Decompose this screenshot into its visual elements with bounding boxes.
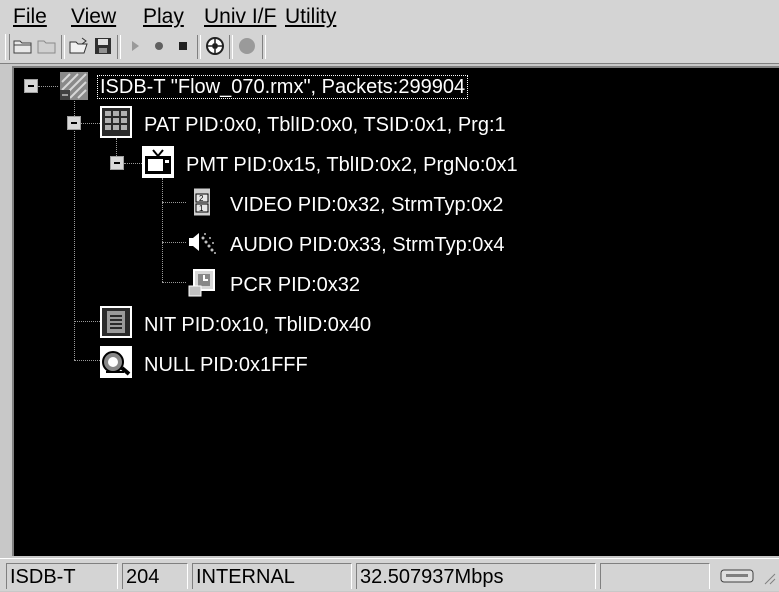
tree-node-root[interactable]: ISDB-T "Flow_070.rmx", Packets:299904 bbox=[96, 75, 469, 99]
stream-file-icon bbox=[58, 70, 90, 102]
settings-dial-icon[interactable] bbox=[204, 35, 226, 57]
toolbar-separator bbox=[197, 35, 201, 59]
menu-univ-if-label: Univ I/F bbox=[204, 5, 277, 28]
tree-connector bbox=[162, 242, 186, 243]
toolbar-separator bbox=[61, 35, 65, 59]
tree-connector bbox=[162, 178, 163, 282]
toolbar-separator bbox=[229, 35, 233, 59]
toolbar-grip bbox=[5, 34, 10, 60]
menu-play[interactable]: Play bbox=[143, 5, 184, 29]
collapse-toggle-root[interactable] bbox=[24, 79, 38, 93]
tree-connector bbox=[80, 123, 100, 124]
save-icon[interactable] bbox=[92, 35, 114, 57]
menu-bar: File View Play Univ I/F Utility bbox=[0, 0, 779, 31]
drive-icon bbox=[718, 565, 758, 587]
menu-view-label: View bbox=[71, 5, 117, 28]
svg-text:1: 1 bbox=[199, 204, 204, 213]
tree-node-pmt[interactable]: PMT PID:0x15, TblID:0x2, PrgNo:0x1 bbox=[186, 154, 518, 176]
status-bit-rate: 32.507937Mbps bbox=[356, 563, 596, 589]
video-film-icon: 21 bbox=[186, 186, 218, 218]
svg-text:2: 2 bbox=[199, 194, 204, 203]
document-icon bbox=[100, 306, 132, 338]
play-icon[interactable] bbox=[124, 35, 146, 57]
tree-node-pat[interactable]: PAT PID:0x0, TblID:0x0, TSID:0x1, Prg:1 bbox=[144, 114, 506, 136]
tree-node-null[interactable]: NULL PID:0x1FFF bbox=[144, 354, 308, 376]
open-folder-icon[interactable] bbox=[12, 35, 34, 57]
toolbar-separator bbox=[117, 35, 121, 59]
tree-node-pcr[interactable]: PCR PID:0x32 bbox=[230, 274, 360, 296]
record-icon[interactable] bbox=[148, 35, 170, 57]
tree-connector bbox=[124, 163, 144, 164]
tree-connector bbox=[162, 282, 186, 283]
tree-connector bbox=[74, 360, 100, 361]
toolbar-separator bbox=[262, 35, 266, 59]
tree-connector bbox=[162, 202, 186, 203]
tree-node-video[interactable]: VIDEO PID:0x32, StrmTyp:0x2 bbox=[230, 194, 503, 216]
tree-connector bbox=[38, 86, 58, 87]
status-clock-source: INTERNAL bbox=[192, 563, 352, 589]
collapse-toggle-pat[interactable] bbox=[67, 116, 81, 130]
menu-file-label: File bbox=[13, 5, 47, 28]
stop-icon[interactable] bbox=[172, 35, 194, 57]
status-packet-size: 204 bbox=[122, 563, 188, 589]
status-light-icon[interactable] bbox=[236, 35, 258, 57]
tree-node-audio[interactable]: AUDIO PID:0x33, StrmTyp:0x4 bbox=[230, 234, 505, 256]
collapse-toggle-pmt[interactable] bbox=[110, 156, 124, 170]
status-bar: ISDB-T 204 INTERNAL 32.507937Mbps bbox=[0, 558, 779, 591]
tv-icon bbox=[142, 146, 174, 178]
menu-utility-label: Utility bbox=[285, 5, 337, 28]
menu-utility[interactable]: Utility bbox=[285, 5, 336, 29]
menu-file[interactable]: File bbox=[13, 5, 47, 29]
tree-connector bbox=[74, 321, 100, 322]
toolbar bbox=[0, 31, 779, 64]
menu-univ-if[interactable]: Univ I/F bbox=[204, 5, 276, 29]
status-standard: ISDB-T bbox=[6, 563, 118, 589]
folder-icon[interactable] bbox=[36, 35, 58, 57]
open-file-icon[interactable] bbox=[68, 35, 90, 57]
null-packet-icon bbox=[100, 346, 132, 378]
clock-reference-icon bbox=[186, 266, 218, 298]
tree-node-nit[interactable]: NIT PID:0x10, TblID:0x40 bbox=[144, 314, 371, 336]
status-extra bbox=[600, 563, 710, 589]
table-grid-icon bbox=[100, 106, 132, 138]
menu-view[interactable]: View bbox=[71, 5, 116, 29]
stream-tree-view[interactable]: ISDB-T "Flow_070.rmx", Packets:299904 PA… bbox=[12, 66, 779, 556]
menu-play-label: Play bbox=[143, 5, 184, 28]
audio-speaker-icon bbox=[186, 226, 218, 258]
resize-grip[interactable] bbox=[762, 571, 776, 585]
